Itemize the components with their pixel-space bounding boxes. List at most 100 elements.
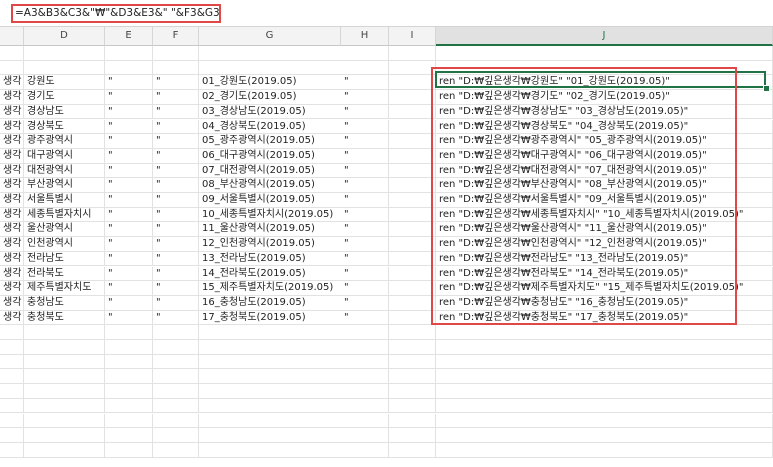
cell-c[interactable] [0,384,24,399]
column-header-g[interactable]: G [199,27,341,46]
cell-h[interactable] [341,354,389,370]
cell-e[interactable]: " [105,295,153,311]
cell-f[interactable]: " [153,90,199,105]
cell-j[interactable]: ren "D:₩깊은생각₩대구광역시" "06_대구광역시(2019.05)" [436,148,773,164]
cell-h[interactable] [341,398,389,414]
cell-j[interactable]: ren "D:₩깊은생각₩광주광역시" "05_광주광역시(2019.05)" [436,134,773,149]
cell-c[interactable] [0,442,24,458]
cell-h[interactable]: " [341,163,389,179]
cell-e[interactable]: " [105,75,153,91]
cell-h[interactable]: " [341,148,389,164]
cell-i[interactable] [389,193,436,208]
cell-f[interactable] [153,398,199,414]
cell-d[interactable]: 경상북도 [24,119,105,135]
cell-f[interactable]: " [153,251,199,267]
cell-i[interactable] [389,295,436,311]
cell-i[interactable] [389,46,436,61]
cell-d[interactable] [24,428,105,443]
cell-g[interactable]: 06_대구광역시(2019.05) [199,149,341,164]
cell-i[interactable] [389,134,436,149]
cell-e[interactable]: " [105,207,153,223]
cell-g[interactable] [199,355,341,370]
cell-h[interactable]: " [341,119,389,135]
cell-j[interactable]: ren "D:₩깊은생각₩경상남도" "03_경상남도(2019.05)" [436,104,773,120]
cell-d[interactable]: 서울특별시 [24,193,105,208]
cell-j[interactable] [436,369,773,385]
cell-f[interactable]: " [153,134,199,149]
cell-c[interactable]: 생각 [0,207,24,223]
cell-f[interactable] [153,354,199,370]
cell-e[interactable]: " [105,134,153,149]
cell-c[interactable] [0,354,24,370]
cell-h[interactable] [341,60,389,76]
cell-c[interactable] [0,413,24,429]
cell-h[interactable] [341,46,389,61]
cell-h[interactable]: " [341,193,389,208]
cell-i[interactable] [389,428,436,443]
cell-f[interactable] [153,413,199,429]
cell-f[interactable]: " [153,75,199,91]
cell-j[interactable]: ren "D:₩깊은생각₩부산광역시" "08_부산광역시(2019.05)" [436,178,773,193]
cell-h[interactable]: " [341,251,389,267]
cell-e[interactable] [105,340,153,355]
cell-f[interactable]: " [153,163,199,179]
cell-j[interactable] [436,384,773,399]
cell-d[interactable] [24,46,105,61]
cell-g[interactable]: 10_세종특별자치시(2019.05) [199,208,341,223]
cell-d[interactable] [24,384,105,399]
cell-g[interactable] [199,399,341,414]
cell-i[interactable] [389,340,436,355]
cell-f[interactable]: " [153,237,199,252]
cell-e[interactable]: " [105,310,153,326]
cell-c[interactable]: 생각 [0,310,24,326]
cell-i[interactable] [389,163,436,179]
cell-c[interactable]: 생각 [0,251,24,267]
cell-e[interactable]: " [105,90,153,105]
cell-f[interactable] [153,325,199,340]
cell-c[interactable]: 생각 [0,134,24,149]
cell-e[interactable]: " [105,251,153,267]
cell-g[interactable]: 09_서울특별시(2019.05) [199,193,341,208]
cell-i[interactable] [389,442,436,458]
cell-h[interactable]: " [341,134,389,149]
cell-e[interactable]: " [105,281,153,296]
cell-g[interactable] [199,443,341,458]
cell-d[interactable]: 대전광역시 [24,163,105,179]
cell-j[interactable]: ren "D:₩깊은생각₩대전광역시" "07_대전광역시(2019.05)" [436,163,773,179]
cell-d[interactable]: 충청북도 [24,310,105,326]
cell-d[interactable]: 강원도 [24,75,105,91]
cell-j[interactable] [436,413,773,429]
cell-h[interactable] [341,325,389,340]
cell-j[interactable] [436,60,773,76]
cell-i[interactable] [389,384,436,399]
cell-g[interactable]: 15_제주특별자치도(2019.05) [199,281,341,296]
cell-e[interactable] [105,46,153,61]
cell-j[interactable]: ren "D:₩깊은생각₩제주특별자치도" "15_제주특별자치도(2019.0… [436,281,773,296]
cell-h[interactable] [341,413,389,429]
cell-c[interactable] [0,369,24,385]
cell-f[interactable]: " [153,281,199,296]
cell-f[interactable]: " [153,119,199,135]
cell-f[interactable] [153,384,199,399]
cell-c[interactable] [0,46,24,61]
cell-d[interactable]: 부산광역시 [24,178,105,193]
cell-c[interactable]: 생각 [0,104,24,120]
cell-c[interactable]: 생각 [0,266,24,282]
cell-f[interactable] [153,46,199,61]
cell-j[interactable] [436,46,773,61]
cell-g[interactable]: 12_인천광역시(2019.05) [199,237,341,252]
cell-g[interactable] [199,340,341,355]
cell-j[interactable]: ren "D:₩깊은생각₩경상북도" "04_경상북도(2019.05)" [436,119,773,135]
cell-e[interactable]: " [105,104,153,120]
cell-g[interactable] [199,46,341,61]
cell-j[interactable]: ren "D:₩깊은생각₩전라남도" "13_전라남도(2019.05)" [436,251,773,267]
column-header-c[interactable] [0,27,24,46]
cell-i[interactable] [389,90,436,105]
cell-f[interactable] [153,340,199,355]
cell-g[interactable] [199,61,341,76]
cell-g[interactable] [199,325,341,340]
cell-g[interactable] [199,428,341,443]
cell-c[interactable]: 생각 [0,90,24,105]
cell-f[interactable] [153,60,199,76]
cell-g[interactable]: 05_광주광역시(2019.05) [199,134,341,149]
